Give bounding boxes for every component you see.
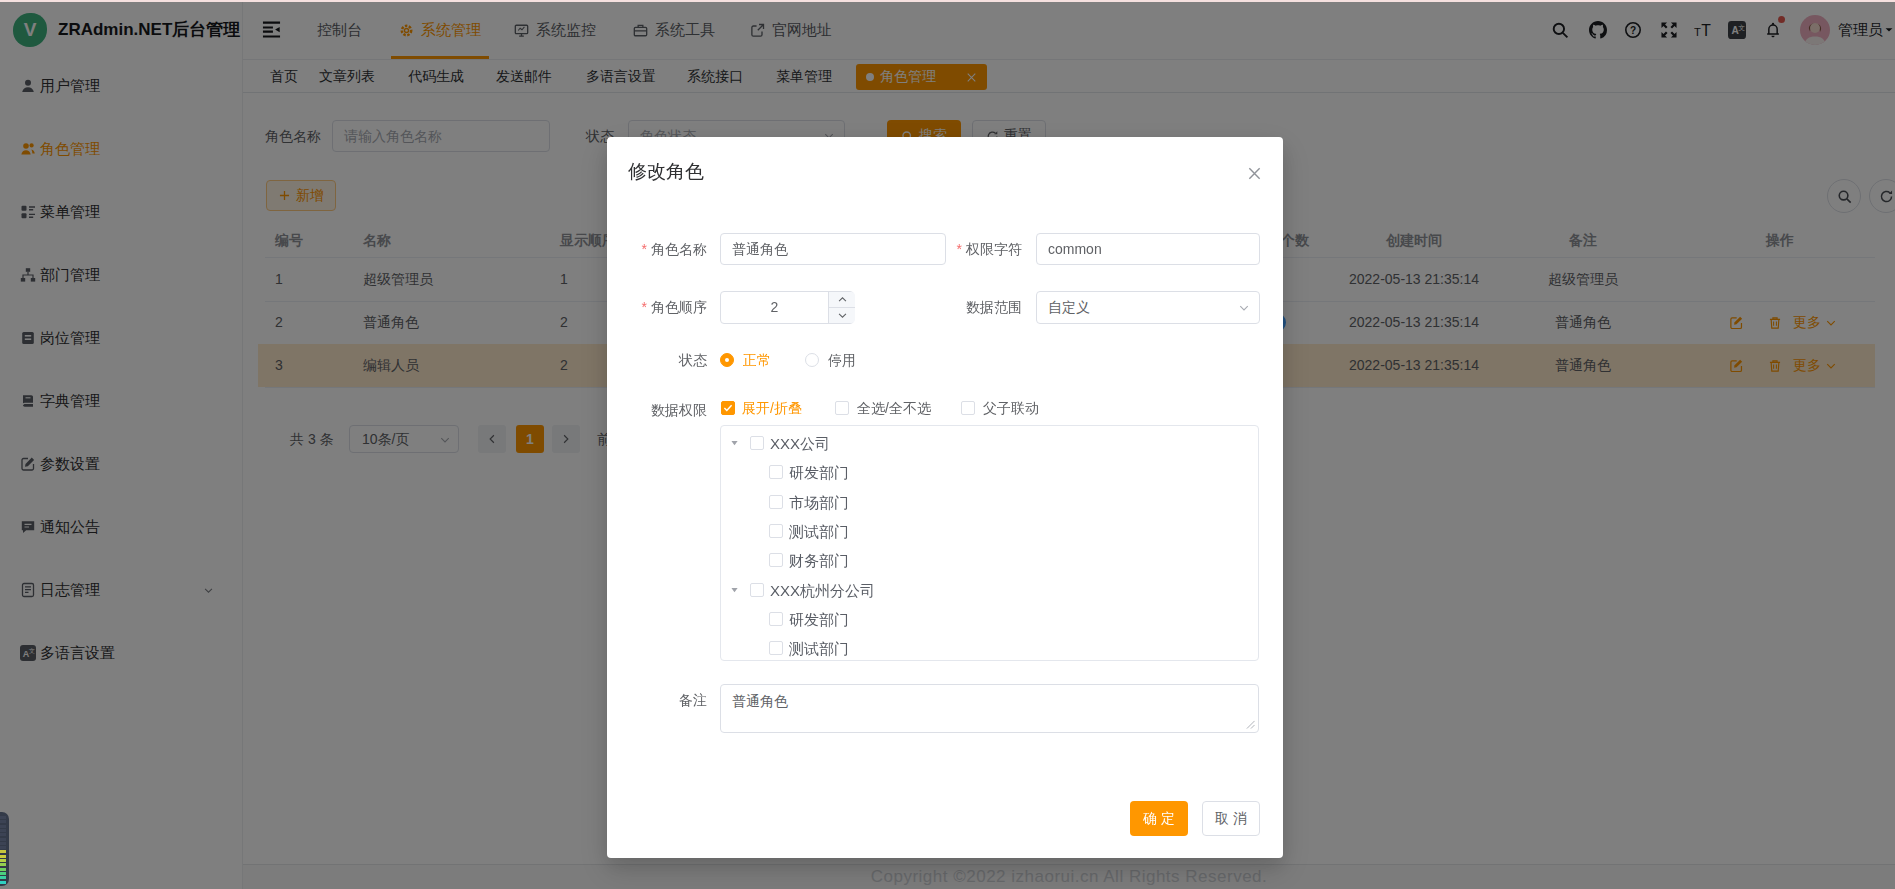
checkbox-parent-child[interactable] (961, 401, 975, 415)
tree-node-label: 市场部门 (789, 488, 849, 517)
tree-node[interactable]: 研发部门 (721, 605, 1258, 634)
tree-checkbox[interactable] (750, 436, 764, 450)
tree-node[interactable]: 测试部门 (721, 517, 1258, 546)
corner-widget (0, 812, 9, 886)
tree-checkbox[interactable] (769, 553, 783, 567)
tree-checkbox[interactable] (769, 465, 783, 479)
dialog-remark-textarea[interactable]: 普通角色 (720, 684, 1259, 733)
tree-node-label: 测试部门 (789, 517, 849, 546)
checkbox-expand-collapse[interactable] (721, 401, 735, 415)
radio-disabled-label[interactable]: 停用 (828, 353, 856, 367)
dialog-perm-char-input[interactable]: common (1036, 233, 1260, 265)
checkbox-parent-child-label[interactable]: 父子联动 (983, 401, 1039, 415)
tree-checkbox[interactable] (769, 641, 783, 655)
tree-node[interactable]: 测试部门 (721, 634, 1258, 661)
dialog-close-icon[interactable] (1247, 166, 1262, 181)
dialog-data-scope-select[interactable]: 自定义 (1036, 291, 1260, 324)
dialog-confirm-button[interactable]: 确 定 (1130, 801, 1188, 836)
tree-node-label: XXX公司 (770, 429, 830, 458)
tree-checkbox[interactable] (750, 583, 764, 597)
tree-node-label: 测试部门 (789, 634, 849, 661)
dialog-title: 修改角色 (628, 159, 704, 185)
dialog-status-label: 状态 (607, 344, 707, 376)
checkbox-expand-collapse-label[interactable]: 展开/折叠 (742, 401, 802, 415)
dialog-data-perm-label: 数据权限 (607, 394, 707, 426)
tree-checkbox[interactable] (769, 495, 783, 509)
tree-node[interactable]: 财务部门 (721, 546, 1258, 575)
radio-normal-label[interactable]: 正常 (743, 353, 771, 367)
edit-role-dialog: 修改角色 *角色名称 普通角色 *权限字符 common *角色顺序 2 数据范… (607, 137, 1283, 858)
tree-node[interactable]: XXX公司 (721, 429, 1258, 458)
tree-node-label: 研发部门 (789, 458, 849, 487)
tree-node[interactable]: 市场部门 (721, 488, 1258, 517)
tree-checkbox[interactable] (769, 612, 783, 626)
tree-node[interactable]: XXX杭州分公司 (721, 576, 1258, 605)
data-scope-chevron-icon (1238, 302, 1250, 314)
tree-node-label: 财务部门 (789, 546, 849, 575)
tree-node-label: 研发部门 (789, 605, 849, 634)
tree-caret-icon[interactable] (729, 438, 739, 448)
tree-caret-icon[interactable] (729, 585, 739, 595)
dept-tree: XXX公司研发部门市场部门测试部门财务部门XXX杭州分公司研发部门测试部门 (720, 425, 1259, 661)
dialog-role-order-label: *角色顺序 (607, 291, 707, 323)
dialog-perm-char-label: *权限字符 (842, 233, 1022, 265)
window-top-strip (0, 0, 1895, 2)
checkbox-select-all-label[interactable]: 全选/全不选 (857, 401, 931, 415)
tree-node-label: XXX杭州分公司 (770, 576, 875, 605)
tree-checkbox[interactable] (769, 524, 783, 538)
dialog-cancel-button[interactable]: 取 消 (1202, 801, 1260, 836)
dialog-role-name-label: *角色名称 (607, 233, 707, 265)
textarea-resize-grip[interactable] (1246, 720, 1256, 730)
dialog-remark-label: 备注 (607, 684, 707, 716)
tree-node[interactable]: 研发部门 (721, 458, 1258, 487)
dialog-role-order-input[interactable]: 2 (720, 291, 854, 324)
dialog-data-scope-label: 数据范围 (842, 291, 1022, 323)
radio-normal[interactable] (720, 353, 734, 367)
radio-disabled[interactable] (805, 353, 819, 367)
checkbox-select-all[interactable] (835, 401, 849, 415)
